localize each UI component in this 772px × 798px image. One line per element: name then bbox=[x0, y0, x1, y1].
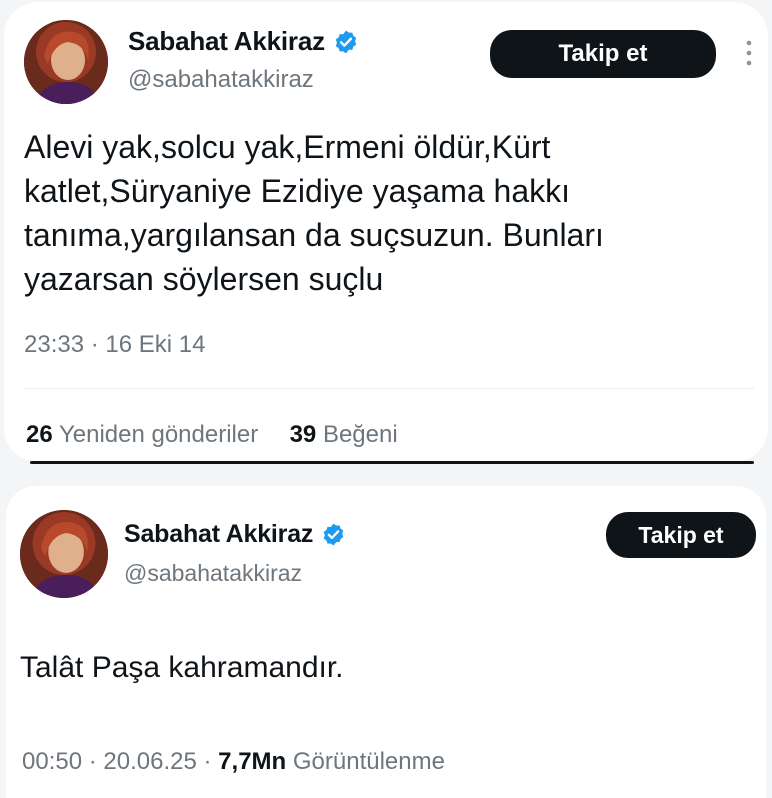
follow-button[interactable]: Takip et bbox=[606, 512, 756, 558]
retweets-count: 26 bbox=[26, 421, 53, 448]
user-handle[interactable]: @sabahatakkiraz bbox=[128, 66, 314, 94]
retweets-stat[interactable]: 26 Yeniden gönderiler bbox=[26, 421, 265, 448]
separator-dot: · bbox=[203, 748, 212, 775]
likes-label: Beğeni bbox=[322, 421, 398, 448]
tweet-timestamp[interactable]: 00:50 · 20.06.25 · 7,7Mn Görüntülenme bbox=[22, 748, 445, 776]
more-vertical-icon[interactable] bbox=[744, 40, 754, 66]
tweet-text: Alevi yak,solcu yak,Ermeni öldür,Kürt ka… bbox=[24, 129, 604, 297]
separator-dot: · bbox=[90, 331, 99, 358]
display-name[interactable]: Sabahat Akkiraz bbox=[128, 26, 359, 57]
display-name[interactable]: Sabahat Akkiraz bbox=[124, 520, 346, 549]
user-handle[interactable]: @sabahatakkiraz bbox=[124, 560, 302, 587]
divider bbox=[24, 388, 754, 389]
likes-stat[interactable]: 39 Beğeni bbox=[290, 421, 398, 448]
tweet-stats: 26 Yeniden gönderiler 39 Beğeni bbox=[26, 421, 398, 449]
tweet-time: 23:33 bbox=[24, 331, 85, 358]
card-border bbox=[30, 461, 754, 464]
tweet-card-1: Sabahat Akkiraz @sabahatakkiraz Takip et… bbox=[4, 2, 768, 462]
likes-count: 39 bbox=[289, 421, 317, 448]
tweet-date: 16 Eki 14 bbox=[105, 331, 206, 358]
tweet-text: Talât Paşa kahramandır. bbox=[20, 651, 344, 684]
follow-button[interactable]: Takip et bbox=[490, 30, 716, 78]
verified-badge-icon bbox=[333, 29, 359, 55]
display-name-text: Sabahat Akkiraz bbox=[128, 26, 325, 56]
verified-badge-icon bbox=[321, 522, 346, 547]
views-count: 7,7Mn bbox=[218, 748, 287, 775]
retweets-label: Yeniden gönderiler bbox=[58, 421, 259, 448]
tweet-date: 20.06.25 bbox=[103, 748, 197, 775]
avatar[interactable] bbox=[24, 20, 108, 104]
separator-dot: · bbox=[88, 748, 97, 775]
tweet-card-2: Sabahat Akkiraz @sabahatakkiraz Takip et… bbox=[6, 486, 766, 798]
display-name-text: Sabahat Akkiraz bbox=[124, 520, 314, 548]
avatar[interactable] bbox=[20, 510, 108, 598]
tweet-time: 00:50 bbox=[22, 748, 83, 775]
tweet-timestamp[interactable]: 23:33 · 16 Eki 14 bbox=[24, 331, 205, 359]
views-label: Görüntülenme bbox=[292, 748, 445, 775]
